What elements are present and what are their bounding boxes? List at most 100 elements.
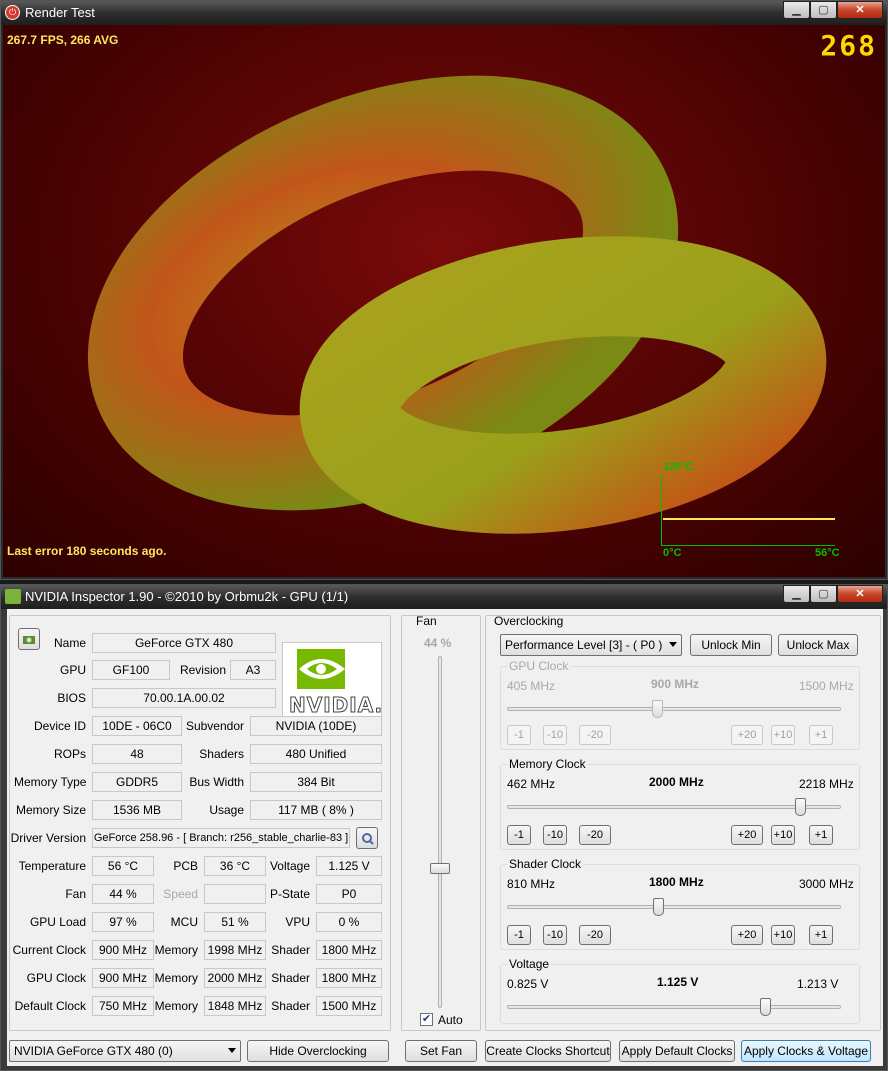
minimize-button[interactable]: ▁ <box>783 1 810 19</box>
unlock-max-button[interactable]: Unlock Max <box>778 634 858 656</box>
gpu-load-value: 97 % <box>92 912 154 932</box>
performance-level-select[interactable]: Performance Level [3] - ( P0 ) <box>500 634 682 656</box>
fan-auto-checkbox[interactable]: ✔ <box>420 1013 433 1026</box>
current-memory-value: 1998 MHz <box>204 940 266 960</box>
maximize-button[interactable]: ▢ <box>810 1 837 19</box>
voltage-label: Voltage <box>269 859 310 873</box>
gpu-select[interactable]: NVIDIA GeForce GTX 480 (0) <box>9 1040 241 1062</box>
mcu-value: 51 % <box>204 912 266 932</box>
shaders-label: Shaders <box>199 747 244 761</box>
usage-value: 117 MB ( 8% ) <box>250 800 382 820</box>
memory-clock-min: 462 MHz <box>507 777 556 791</box>
chevron-down-icon <box>228 1048 236 1053</box>
gpu-clock-minus20-button[interactable]: -20 <box>579 725 611 745</box>
device-id-label: Device ID <box>33 719 86 733</box>
shader-clock-minus1-button[interactable]: -1 <box>507 925 531 945</box>
shader-clock-plus20-button[interactable]: +20 <box>731 925 763 945</box>
apply-clocks-voltage-button[interactable]: Apply Clocks & Voltage <box>741 1040 871 1062</box>
vpu-value: 0 % <box>316 912 382 932</box>
gpu-clock-slider-thumb[interactable] <box>652 700 664 718</box>
fan-panel-title: Fan <box>416 614 437 628</box>
rops-label: ROPs <box>53 747 86 761</box>
memory-clock-minus20-button[interactable]: -20 <box>579 825 611 845</box>
gpu-memory-value: 2000 MHz <box>204 968 266 988</box>
memory-clock-max: 2218 MHz <box>799 777 854 791</box>
fps-counter: 268 <box>820 29 877 62</box>
vpu-label: VPU <box>285 915 310 929</box>
shader-clock-slider-track[interactable] <box>507 905 841 909</box>
bios-value: 70.00.1A.00.02 <box>92 688 276 708</box>
pstate-label: P-State <box>269 887 310 901</box>
graph-y-axis <box>661 475 662 545</box>
render-window-title: Render Test <box>25 5 95 20</box>
inspector-close-button[interactable]: ✕ <box>837 585 883 603</box>
nvidia-logo: NVIDIA. <box>282 642 383 720</box>
voltage-slider-thumb[interactable] <box>760 998 772 1016</box>
close-button[interactable]: ✕ <box>837 1 883 19</box>
unlock-min-button[interactable]: Unlock Min <box>690 634 772 656</box>
gpu-clock-minus1-button[interactable]: -1 <box>507 725 531 745</box>
fan-value: 44 % <box>92 884 154 904</box>
voltage-value: 1.125 V <box>316 856 382 876</box>
gpu-clock-slider-track[interactable] <box>507 707 841 711</box>
gpu-clock-current: 900 MHz <box>651 677 700 691</box>
create-clocks-shortcut-button[interactable]: Create Clocks Shortcut <box>485 1040 611 1062</box>
set-fan-button[interactable]: Set Fan <box>405 1040 477 1062</box>
shader-clock-plus1-button[interactable]: +1 <box>809 925 833 945</box>
gpu-clock-plus20-button[interactable]: +20 <box>731 725 763 745</box>
render-titlebar[interactable]: ⏻ Render Test ▁ ▢ ✕ <box>1 1 887 25</box>
gpu-select-value: NVIDIA GeForce GTX 480 (0) <box>14 1044 173 1058</box>
gpu-clock-plus10-button[interactable]: +10 <box>771 725 795 745</box>
temperature-graph: 120°C 0°C 56°C <box>661 461 840 559</box>
gpu-clock-plus1-button[interactable]: +1 <box>809 725 833 745</box>
hide-overclocking-button[interactable]: Hide Overclocking <box>247 1040 389 1062</box>
memory-clock-title: Memory Clock <box>507 757 588 771</box>
inspector-minimize-button[interactable]: ▁ <box>783 585 810 603</box>
shader-clock-minus10-button[interactable]: -10 <box>543 925 567 945</box>
driver-settings-button[interactable] <box>356 827 378 849</box>
gpu-info-panel: Name GeForce GTX 480 GPU GF100 Revision … <box>9 615 391 1031</box>
nvidia-app-icon <box>5 589 21 604</box>
memory-clock-slider-track[interactable] <box>507 805 841 809</box>
fan-label: Fan <box>65 887 86 901</box>
inspector-window-title: NVIDIA Inspector 1.90 - ©2010 by Orbmu2k… <box>25 589 349 604</box>
inspector-maximize-button[interactable]: ▢ <box>810 585 837 603</box>
voltage-title: Voltage <box>507 957 552 971</box>
default-memory-value: 1848 MHz <box>204 996 266 1016</box>
shader-clock-minus20-button[interactable]: -20 <box>579 925 611 945</box>
gpu-clock-min: 405 MHz <box>507 679 556 693</box>
graph-temperature-line <box>663 517 835 520</box>
shader-clock-plus10-button[interactable]: +10 <box>771 925 795 945</box>
memory-clock-plus1-button[interactable]: +1 <box>809 825 833 845</box>
performance-level-value: Performance Level [3] - ( P0 ) <box>505 638 663 652</box>
voltage-slider-track[interactable] <box>507 1005 841 1009</box>
revision-label: Revision <box>179 663 226 677</box>
shader-clock-min: 810 MHz <box>507 877 556 891</box>
voltage-group: Voltage 0.825 V 1.125 V 1.213 V <box>500 957 860 1024</box>
gpu-shader-label: Shader <box>271 971 310 985</box>
memory-clock-slider-thumb[interactable] <box>794 798 806 816</box>
shader-clock-slider-thumb[interactable] <box>652 898 664 916</box>
graph-current-label: 56°C <box>815 547 840 559</box>
gpu-clock-minus10-button[interactable]: -10 <box>543 725 567 745</box>
driver-version-label: Driver Version <box>10 831 86 845</box>
current-shader-label: Shader <box>271 943 310 957</box>
apply-default-clocks-button[interactable]: Apply Default Clocks <box>619 1040 735 1062</box>
fan-auto-label: Auto <box>438 1013 463 1027</box>
gpu-shader-value: 1800 MHz <box>316 968 382 988</box>
shader-clock-group: Shader Clock 810 MHz 1800 MHz 3000 MHz -… <box>500 857 860 950</box>
fan-slider-thumb[interactable] <box>430 862 450 874</box>
memory-clock-minus1-button[interactable]: -1 <box>507 825 531 845</box>
gpu-label: GPU <box>59 663 86 677</box>
memory-clock-plus20-button[interactable]: +20 <box>731 825 763 845</box>
memory-clock-plus10-button[interactable]: +10 <box>771 825 795 845</box>
inspector-body: Name GeForce GTX 480 GPU GF100 Revision … <box>7 609 883 1066</box>
nvidia-inspector-window: NVIDIA Inspector 1.90 - ©2010 by Orbmu2k… <box>0 584 888 1071</box>
bus-width-label: Bus Width <box>189 775 244 789</box>
memory-clock-minus10-button[interactable]: -10 <box>543 825 567 845</box>
pcb-value: 36 °C <box>204 856 266 876</box>
render-test-window: ⏻ Render Test ▁ ▢ ✕ 267.7 FPS, 266 AVG 2… <box>0 0 888 580</box>
fan-slider-track[interactable] <box>438 656 442 1008</box>
last-error-text: Last error 180 seconds ago. <box>7 544 167 558</box>
inspector-titlebar[interactable]: NVIDIA Inspector 1.90 - ©2010 by Orbmu2k… <box>1 585 887 609</box>
